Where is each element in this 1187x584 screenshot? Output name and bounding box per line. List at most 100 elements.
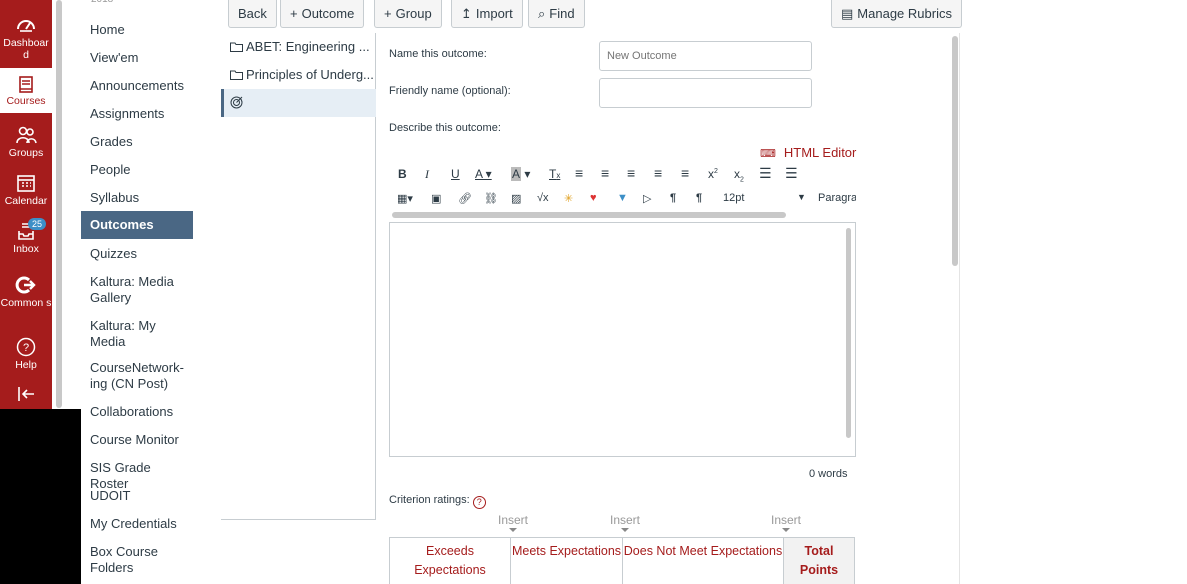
rtl-button[interactable]: ¶: [696, 192, 702, 204]
help-icon[interactable]: ?: [472, 496, 486, 509]
insert-arrow-icon: [621, 528, 629, 532]
friendly-name-input[interactable]: [599, 78, 812, 108]
insert-rating-button[interactable]: Insert: [605, 513, 645, 532]
global-nav-courses[interactable]: Courses: [0, 68, 52, 113]
global-nav-help[interactable]: ? Help: [0, 336, 52, 371]
tree-item-group[interactable]: Principles of Underg...: [221, 61, 376, 89]
global-nav-inbox[interactable]: 25 Inbox: [0, 218, 52, 255]
block-format-select[interactable]: Paragra: [818, 192, 856, 204]
rating-label: Does Not Meet Expectations: [623, 544, 783, 558]
rating-does-not-meet[interactable]: Does Not Meet Expectations: [623, 538, 784, 584]
course-nav-people[interactable]: People: [81, 162, 193, 178]
rating-label: Meets Expectations: [511, 544, 622, 558]
course-nav-course-monitor[interactable]: Course Monitor: [81, 432, 193, 448]
global-nav-dashboard[interactable]: Dashboar d: [0, 14, 52, 61]
font-size-select[interactable]: 12pt: [723, 192, 744, 204]
course-nav-udoit[interactable]: UDOIT: [81, 488, 193, 504]
toolbar-scrollbar[interactable]: [392, 212, 786, 218]
nav-scrollbar[interactable]: [56, 0, 62, 408]
course-nav-home[interactable]: Home: [81, 22, 193, 38]
table-button[interactable]: ▦▾: [397, 192, 413, 205]
insert-button[interactable]: ▼: [617, 192, 628, 204]
align-right-button[interactable]: ≡: [627, 165, 635, 181]
upload-icon: ↥: [461, 6, 472, 21]
outcome-name-input[interactable]: [599, 41, 812, 71]
unlink-button[interactable]: ⛓︎: [484, 192, 498, 205]
course-nav-outcomes[interactable]: Outcomes: [81, 211, 193, 239]
global-nav-footer: [0, 409, 81, 584]
tree-item-new-outcome[interactable]: [221, 89, 376, 117]
ltr-button[interactable]: ¶: [670, 192, 676, 204]
embed-button[interactable]: ♥: [590, 192, 597, 204]
back-button[interactable]: Back: [228, 0, 277, 28]
course-nav-announcements[interactable]: Announcements: [81, 78, 193, 94]
editor-scrollbar[interactable]: [846, 228, 851, 438]
total-points-label: Total Points: [799, 544, 839, 577]
font-size-value: 12pt: [723, 192, 745, 204]
video-button[interactable]: ▷: [643, 192, 651, 205]
insert-label: Insert: [609, 513, 640, 527]
insert-arrow-icon: [509, 528, 517, 532]
media-button[interactable]: ▣: [431, 192, 441, 205]
subscript-button[interactable]: x2: [734, 167, 744, 183]
course-nav-grades[interactable]: Grades: [81, 134, 193, 150]
global-nav-label: Inbox: [13, 243, 39, 255]
find-button[interactable]: ⌕ Find: [528, 0, 585, 28]
global-nav-calendar[interactable]: Calendar: [0, 172, 52, 207]
link-button[interactable]: 🔗︎: [458, 192, 472, 205]
superscript-button[interactable]: x2: [708, 167, 718, 181]
align-center-button[interactable]: ≡: [601, 165, 609, 181]
bold-button[interactable]: B: [398, 167, 407, 181]
import-button[interactable]: ↥ Import: [451, 0, 523, 28]
math-equation-button[interactable]: √x: [537, 192, 549, 204]
underline-button[interactable]: U: [451, 167, 460, 181]
indent-button[interactable]: ≡: [654, 165, 662, 181]
course-nav-coursenetworking[interactable]: CourseNetwork-ing (CN Post): [81, 360, 193, 392]
global-nav-groups[interactable]: Groups: [0, 124, 52, 159]
outcome-target-icon: [230, 96, 243, 109]
svg-text:?: ?: [23, 342, 29, 354]
course-nav-quizzes[interactable]: Quizzes: [81, 246, 193, 262]
courses-icon: [19, 76, 33, 93]
course-nav-my-credentials[interactable]: My Credentials: [81, 516, 193, 532]
outdent-button[interactable]: ≡: [681, 165, 689, 181]
course-nav-syllabus[interactable]: Syllabus: [81, 190, 193, 206]
commons-icon: [15, 276, 36, 294]
global-nav-label: Calendar: [4, 195, 48, 207]
image-button[interactable]: ▨: [511, 192, 521, 205]
align-left-button[interactable]: ≡: [575, 165, 583, 181]
add-outcome-button[interactable]: + Outcome: [280, 0, 365, 28]
help-icon: ?: [16, 337, 36, 357]
insert-label: Insert: [770, 513, 801, 527]
apps-button[interactable]: ✳: [564, 192, 573, 205]
html-editor-toggle[interactable]: ⌨ HTML Editor: [760, 145, 856, 160]
search-icon: ⌕: [538, 6, 546, 21]
global-nav-commons[interactable]: Common s: [0, 274, 52, 309]
insert-rating-button[interactable]: Insert: [493, 513, 533, 532]
add-group-button[interactable]: + Group: [374, 0, 442, 28]
bullet-list-button[interactable]: ☰: [759, 165, 772, 182]
import-label: Import: [475, 6, 513, 21]
tree-item-group[interactable]: ABET: Engineering ...: [221, 33, 376, 61]
course-nav-assignments[interactable]: Assignments: [81, 106, 193, 122]
course-nav-kaltura-media-gallery[interactable]: Kaltura: Media Gallery: [81, 274, 193, 306]
rating-exceeds[interactable]: Exceeds Expectations: [390, 538, 511, 584]
background-color-button[interactable]: A ▾: [511, 167, 530, 181]
global-nav-collapse[interactable]: [0, 385, 52, 404]
numbered-list-button[interactable]: ☰: [785, 165, 798, 182]
manage-rubrics-button[interactable]: ▤ Manage Rubrics: [831, 0, 962, 28]
course-nav-box-course-folders[interactable]: Box Course Folders: [81, 544, 193, 576]
plus-icon: +: [290, 6, 298, 21]
course-nav-kaltura-my-media[interactable]: Kaltura: My Media: [81, 318, 193, 350]
panel-scrollbar[interactable]: [952, 36, 958, 266]
insert-rating-button[interactable]: Insert: [766, 513, 806, 532]
text-color-button[interactable]: A ▾: [475, 167, 492, 181]
italic-button[interactable]: I: [425, 167, 429, 182]
inbox-unread-badge: 25: [28, 218, 47, 230]
description-editor[interactable]: [389, 222, 856, 457]
rating-meets[interactable]: Meets Expectations: [511, 538, 623, 584]
course-nav-collaborations[interactable]: Collaborations: [81, 404, 193, 420]
course-nav-viewem[interactable]: View'em: [81, 50, 193, 66]
font-size-dropdown-icon[interactable]: ▼: [797, 192, 806, 202]
clear-formatting-button[interactable]: Tx: [549, 167, 560, 181]
